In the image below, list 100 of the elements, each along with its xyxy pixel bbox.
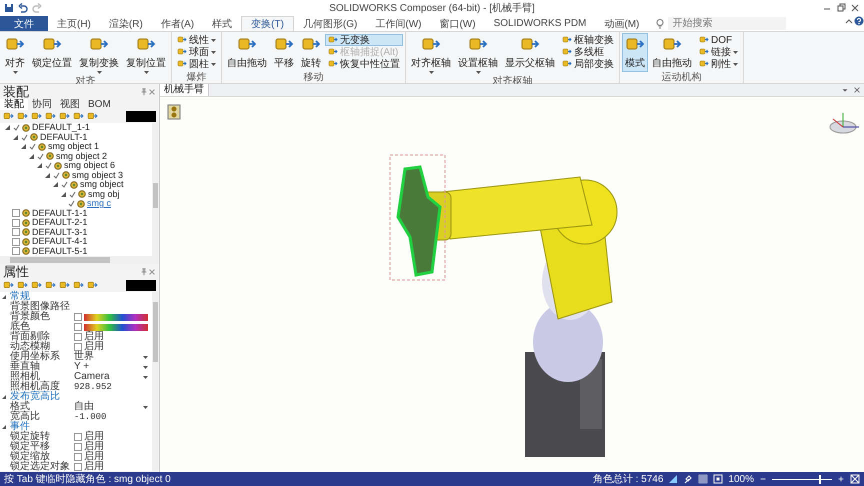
- expanded-icon[interactable]: [44, 172, 51, 179]
- undo-icon[interactable]: [18, 3, 28, 13]
- check-icon[interactable]: [69, 190, 76, 198]
- check-icon[interactable]: [37, 152, 44, 160]
- expanded-icon[interactable]: [2, 394, 7, 400]
- close-icon[interactable]: [148, 88, 156, 96]
- document-tab[interactable]: 机械手臂: [160, 84, 209, 96]
- tree-item[interactable]: DEFAULT-5-1: [32, 246, 88, 256]
- check-icon[interactable]: [61, 181, 68, 188]
- check-icon[interactable]: [29, 143, 36, 150]
- filter-field[interactable]: [126, 111, 156, 122]
- expanded-icon[interactable]: [60, 190, 67, 198]
- fullscreen-icon[interactable]: [850, 474, 860, 484]
- close-icon[interactable]: [148, 268, 156, 276]
- ribbon-button[interactable]: DOF: [696, 34, 741, 46]
- ribbon-tab[interactable]: 作者(A): [152, 16, 204, 31]
- checkbox[interactable]: [74, 463, 82, 471]
- file-menu-tab[interactable]: 文件: [0, 16, 48, 31]
- ribbon-button[interactable]: 自由拖动: [649, 33, 695, 72]
- check-icon[interactable]: [53, 172, 60, 179]
- panel-tab[interactable]: 装配: [0, 99, 28, 110]
- tree-item[interactable]: smg object 3: [72, 170, 124, 180]
- expanded-icon[interactable]: [52, 181, 59, 188]
- color-gradient-swatch[interactable]: [84, 324, 148, 330]
- ribbon-button[interactable]: 旋转: [298, 33, 324, 72]
- tree-item[interactable]: DEFAULT-4-1: [32, 237, 88, 246]
- axis-triad-icon[interactable]: [830, 112, 860, 134]
- robot-arm-drawing[interactable]: [396, 165, 618, 457]
- ribbon-button[interactable]: 复制位置: [123, 33, 169, 76]
- expanded-icon[interactable]: [36, 162, 43, 170]
- ribbon-button[interactable]: 局部变换: [559, 58, 617, 70]
- restore-icon[interactable]: [836, 3, 846, 13]
- tree-item[interactable]: DEFAULT-1: [40, 132, 88, 142]
- checkbox[interactable]: [74, 343, 82, 351]
- ribbon-button[interactable]: 模式: [622, 33, 648, 72]
- expanded-icon[interactable]: [20, 143, 27, 150]
- tree-item[interactable]: smg object: [80, 180, 124, 190]
- ribbon-button[interactable]: 复制变换: [76, 33, 122, 76]
- checkbox[interactable]: [12, 228, 20, 236]
- ribbon-button[interactable]: 自由拖动: [224, 33, 270, 72]
- expanded-icon[interactable]: [2, 294, 7, 300]
- scrollbar[interactable]: [152, 292, 159, 471]
- tree-item[interactable]: smg c: [87, 199, 112, 208]
- check-icon[interactable]: [45, 162, 52, 170]
- selection-mode-icon[interactable]: [668, 474, 678, 484]
- ribbon-button[interactable]: 对齐枢轴: [408, 33, 454, 76]
- ribbon-tab[interactable]: 动画(M): [595, 16, 648, 31]
- checkbox[interactable]: [74, 333, 82, 341]
- expanded-icon[interactable]: [2, 424, 7, 430]
- zoom-in-icon[interactable]: [837, 475, 845, 483]
- ribbon-tab[interactable]: SOLIDWORKS PDM: [484, 16, 596, 31]
- ribbon-button[interactable]: 锁定位置: [29, 33, 75, 76]
- check-icon[interactable]: [68, 200, 75, 208]
- checkbox[interactable]: [12, 209, 20, 218]
- fit-view-icon[interactable]: [713, 474, 724, 484]
- filter-field[interactable]: [126, 280, 156, 291]
- tree-item[interactable]: DEFAULT-1-1: [32, 208, 88, 218]
- check-icon[interactable]: [13, 124, 20, 132]
- property-dropdown[interactable]: Camera: [74, 372, 148, 382]
- checkbox[interactable]: [12, 238, 20, 246]
- ribbon-button[interactable]: 无变换: [325, 34, 403, 46]
- grid-icon[interactable]: [698, 474, 708, 484]
- color-gradient-swatch[interactable]: [84, 314, 148, 320]
- ribbon-tab[interactable]: 变换(T): [241, 16, 294, 31]
- expanded-icon[interactable]: [28, 152, 35, 160]
- property-dropdown[interactable]: Y +: [74, 362, 148, 372]
- ribbon-button[interactable]: 链接: [696, 46, 741, 58]
- close-icon[interactable]: [853, 86, 861, 94]
- ribbon-button[interactable]: 恢复中性位置: [325, 58, 403, 70]
- pin-icon[interactable]: [140, 268, 148, 276]
- ribbon-button[interactable]: 设置枢轴: [455, 33, 501, 76]
- tree-item[interactable]: smg object 1: [48, 142, 100, 152]
- checkbox[interactable]: [12, 218, 20, 227]
- scrollbar[interactable]: [152, 123, 159, 256]
- dropdown-icon[interactable]: [841, 86, 849, 94]
- checkbox[interactable]: [12, 247, 20, 256]
- ribbon-tab[interactable]: 几何图形(G): [294, 16, 366, 31]
- ribbon-button[interactable]: 线性: [174, 34, 219, 46]
- tree-item[interactable]: smg object 2: [56, 152, 108, 161]
- save-icon[interactable]: [4, 3, 14, 13]
- ribbon-tab[interactable]: 窗口(W): [430, 16, 485, 31]
- check-icon[interactable]: [21, 134, 28, 141]
- help-icon[interactable]: [854, 16, 864, 26]
- property-value[interactable]: -1.000: [74, 412, 106, 422]
- ribbon-button[interactable]: 多线框: [559, 46, 617, 58]
- pin-icon[interactable]: [140, 88, 148, 96]
- checkbox[interactable]: [74, 453, 82, 461]
- ribbon-button[interactable]: 显示父枢轴: [502, 33, 558, 76]
- search-field[interactable]: 开始搜索: [668, 17, 786, 30]
- panel-tab[interactable]: BOM: [84, 99, 115, 110]
- property-dropdown[interactable]: 世界: [74, 352, 148, 362]
- tree-item[interactable]: smg object 6: [64, 161, 116, 170]
- ribbon-tab[interactable]: 样式: [203, 16, 242, 31]
- close-icon[interactable]: [850, 3, 860, 13]
- checkbox[interactable]: [74, 433, 82, 441]
- expanded-icon[interactable]: [4, 124, 11, 132]
- panel-tab[interactable]: 协同: [28, 99, 56, 110]
- ribbon-button[interactable]: 圆柱: [174, 58, 219, 70]
- toolbar-icon[interactable]: [168, 104, 180, 120]
- tree-item[interactable]: DEFAULT-2-1: [32, 218, 88, 228]
